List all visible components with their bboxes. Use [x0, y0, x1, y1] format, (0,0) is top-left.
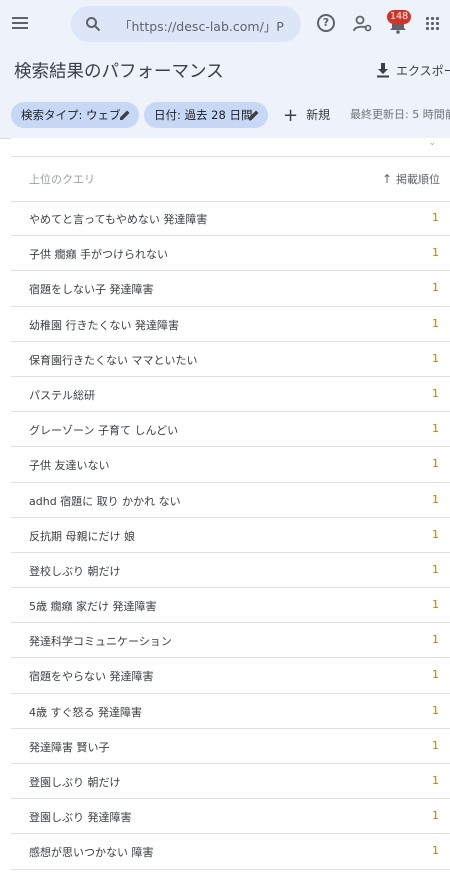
query-cell: 発達科学コミュニケーション	[29, 635, 172, 649]
queries-table: ⌄ 上位のクエリ ↑ 掲載順位 やめてと言ってもやめない 発達障害 1 子供 癇癪 手…	[11, 138, 450, 894]
notification-badge: 148	[387, 10, 412, 24]
edit-icon	[120, 110, 130, 120]
table-row[interactable]: adhd 宿題に 取り かかれ ない 1	[11, 483, 450, 518]
user-settings-icon[interactable]	[353, 14, 373, 34]
position-cell: 1	[432, 738, 439, 752]
position-cell: 1	[432, 844, 439, 858]
query-cell: adhd 宿題に 取り かかれ ない	[29, 494, 181, 508]
table-row[interactable]: 発達科学コミュニケーション 1	[11, 623, 450, 659]
position-cell: 1	[432, 668, 439, 682]
table-row[interactable]: 宿題をしない子 発達障害 1	[11, 271, 450, 307]
position-cell: 1	[432, 457, 439, 471]
table-row[interactable]: 子供 友達いない 1	[11, 447, 450, 483]
last-updated: 最終更新日: 5 時間前	[350, 108, 450, 121]
search-icon	[86, 17, 101, 32]
query-cell: 子供 友達いない	[29, 459, 110, 473]
table-row[interactable]: 4歳 すぐ怒る 発達障害 1	[11, 694, 450, 729]
menu-icon[interactable]	[10, 14, 30, 34]
column-header-position-label: 掲載順位	[396, 173, 440, 186]
new-label: 新規	[306, 108, 331, 122]
download-icon	[377, 63, 389, 78]
position-cell: 1	[432, 562, 439, 576]
position-cell: 1	[432, 316, 439, 330]
query-cell: パステル総研	[29, 388, 95, 402]
query-cell: 保育園行きたくない ママといたい	[29, 353, 198, 367]
filter-bar: 検索タイプ: ウェブ 日付: 過去 28 日間 + 新規 最終更新日: 5 時間前	[0, 92, 450, 139]
query-cell: 子供 癇癪 手がつけられない	[29, 248, 168, 262]
scroll-marker: ⌄	[428, 138, 436, 148]
query-cell: 発達障害 賢い子	[29, 740, 110, 754]
column-header-query[interactable]: 上位のクエリ	[29, 171, 95, 187]
query-cell: 登校しぶり 朝だけ	[29, 564, 121, 578]
position-cell: 1	[432, 809, 439, 823]
search-input[interactable]: 「https://desc-lab.com/」P	[119, 16, 295, 35]
search-box[interactable]: 「https://desc-lab.com/」P	[71, 6, 301, 42]
position-cell: 1	[432, 246, 439, 260]
table-row[interactable]: 子供 癇癪 手がつけられない 1	[11, 236, 450, 272]
table-row[interactable]: 登校しぶり 朝だけ 1	[11, 553, 450, 589]
date-chip[interactable]: 日付: 過去 28 日間	[144, 102, 268, 128]
position-cell: 1	[432, 703, 439, 717]
position-cell: 1	[432, 598, 439, 612]
position-cell: 1	[432, 281, 439, 295]
title-bar: 検索結果のパフォーマンス エクスポート	[0, 48, 450, 92]
search-type-chip[interactable]: 検索タイプ: ウェブ	[11, 102, 139, 128]
table-row[interactable]: 感想が思いつかない 障害 1	[11, 834, 450, 870]
position-cell: 1	[432, 422, 439, 436]
query-cell: 宿題をしない子 発達障害	[29, 283, 154, 297]
top-app-bar: 「https://desc-lab.com/」P ? 148	[0, 0, 450, 48]
position-cell: 1	[432, 774, 439, 787]
query-cell: 反抗期 母親にだけ 娘	[29, 529, 135, 543]
edit-icon	[249, 110, 259, 120]
table-row[interactable]: 5歳 癇癪 家だけ 発達障害 1	[11, 588, 450, 624]
position-cell: 1	[432, 386, 439, 400]
table-row[interactable]: 幼稚園 行きたくない 発達障害 1	[11, 307, 450, 342]
position-cell: 1	[432, 351, 439, 365]
position-cell: 1	[432, 492, 439, 506]
export-label: エクスポート	[396, 64, 450, 78]
position-cell: 1	[432, 633, 439, 647]
table-row[interactable]: 登園しぶり 朝だけ 1	[11, 764, 450, 800]
table-row[interactable]: 発達障害 賢い子 1	[11, 729, 450, 764]
query-cell: 4歳 すぐ怒る 発達障害	[29, 705, 142, 719]
query-cell: やめてと言ってもやめない 発達障害	[29, 213, 208, 226]
sort-up-arrow-icon: ↑	[381, 172, 392, 186]
query-cell: 登園しぶり 発達障害	[29, 811, 132, 825]
table-row[interactable]: やめてと言ってもやめない 発達障害 1	[11, 201, 450, 237]
table-header: 上位のクエリ ↑ 掲載順位	[11, 157, 450, 202]
page-title: 検索結果のパフォーマンス	[14, 62, 224, 82]
query-cell: 幼稚園 行きたくない 発達障害	[29, 318, 179, 332]
query-cell: 登園しぶり 朝だけ	[29, 776, 121, 789]
table-row[interactable]: パステル総研 1	[11, 377, 450, 413]
new-filter-button[interactable]: + 新規	[283, 102, 330, 128]
position-cell: 1	[432, 527, 439, 541]
plus-icon: +	[283, 105, 299, 126]
query-cell: 5歳 癇癪 家だけ 発達障害	[29, 600, 157, 614]
table-body: やめてと言ってもやめない 発達障害 1 子供 癇癪 手がつけられない 1 宿題をしない子…	[11, 201, 450, 870]
apps-icon[interactable]	[426, 17, 440, 31]
table-row[interactable]: 宿題をやらない 発達障害 1	[11, 658, 450, 694]
export-button[interactable]: エクスポート	[376, 62, 450, 79]
query-cell: 宿題をやらない 発達障害	[29, 670, 154, 684]
query-cell: グレーゾーン 子育て しんどい	[29, 424, 179, 438]
table-row[interactable]: 保育園行きたくない ママといたい 1	[11, 342, 450, 377]
table-row[interactable]: 反抗期 母親にだけ 娘 1	[11, 518, 450, 553]
table-row[interactable]: グレーゾーン 子育て しんどい 1	[11, 412, 450, 448]
help-icon[interactable]: ?	[317, 14, 335, 32]
position-cell: 1	[432, 211, 439, 224]
search-type-label: 検索タイプ: ウェブ	[21, 108, 121, 122]
table-row[interactable]: 登園しぶり 発達障害 1	[11, 799, 450, 835]
query-cell: 感想が思いつかない 障害	[29, 846, 154, 860]
date-label: 日付: 過去 28 日間	[154, 108, 253, 122]
column-header-position[interactable]: ↑ 掲載順位	[382, 171, 440, 187]
